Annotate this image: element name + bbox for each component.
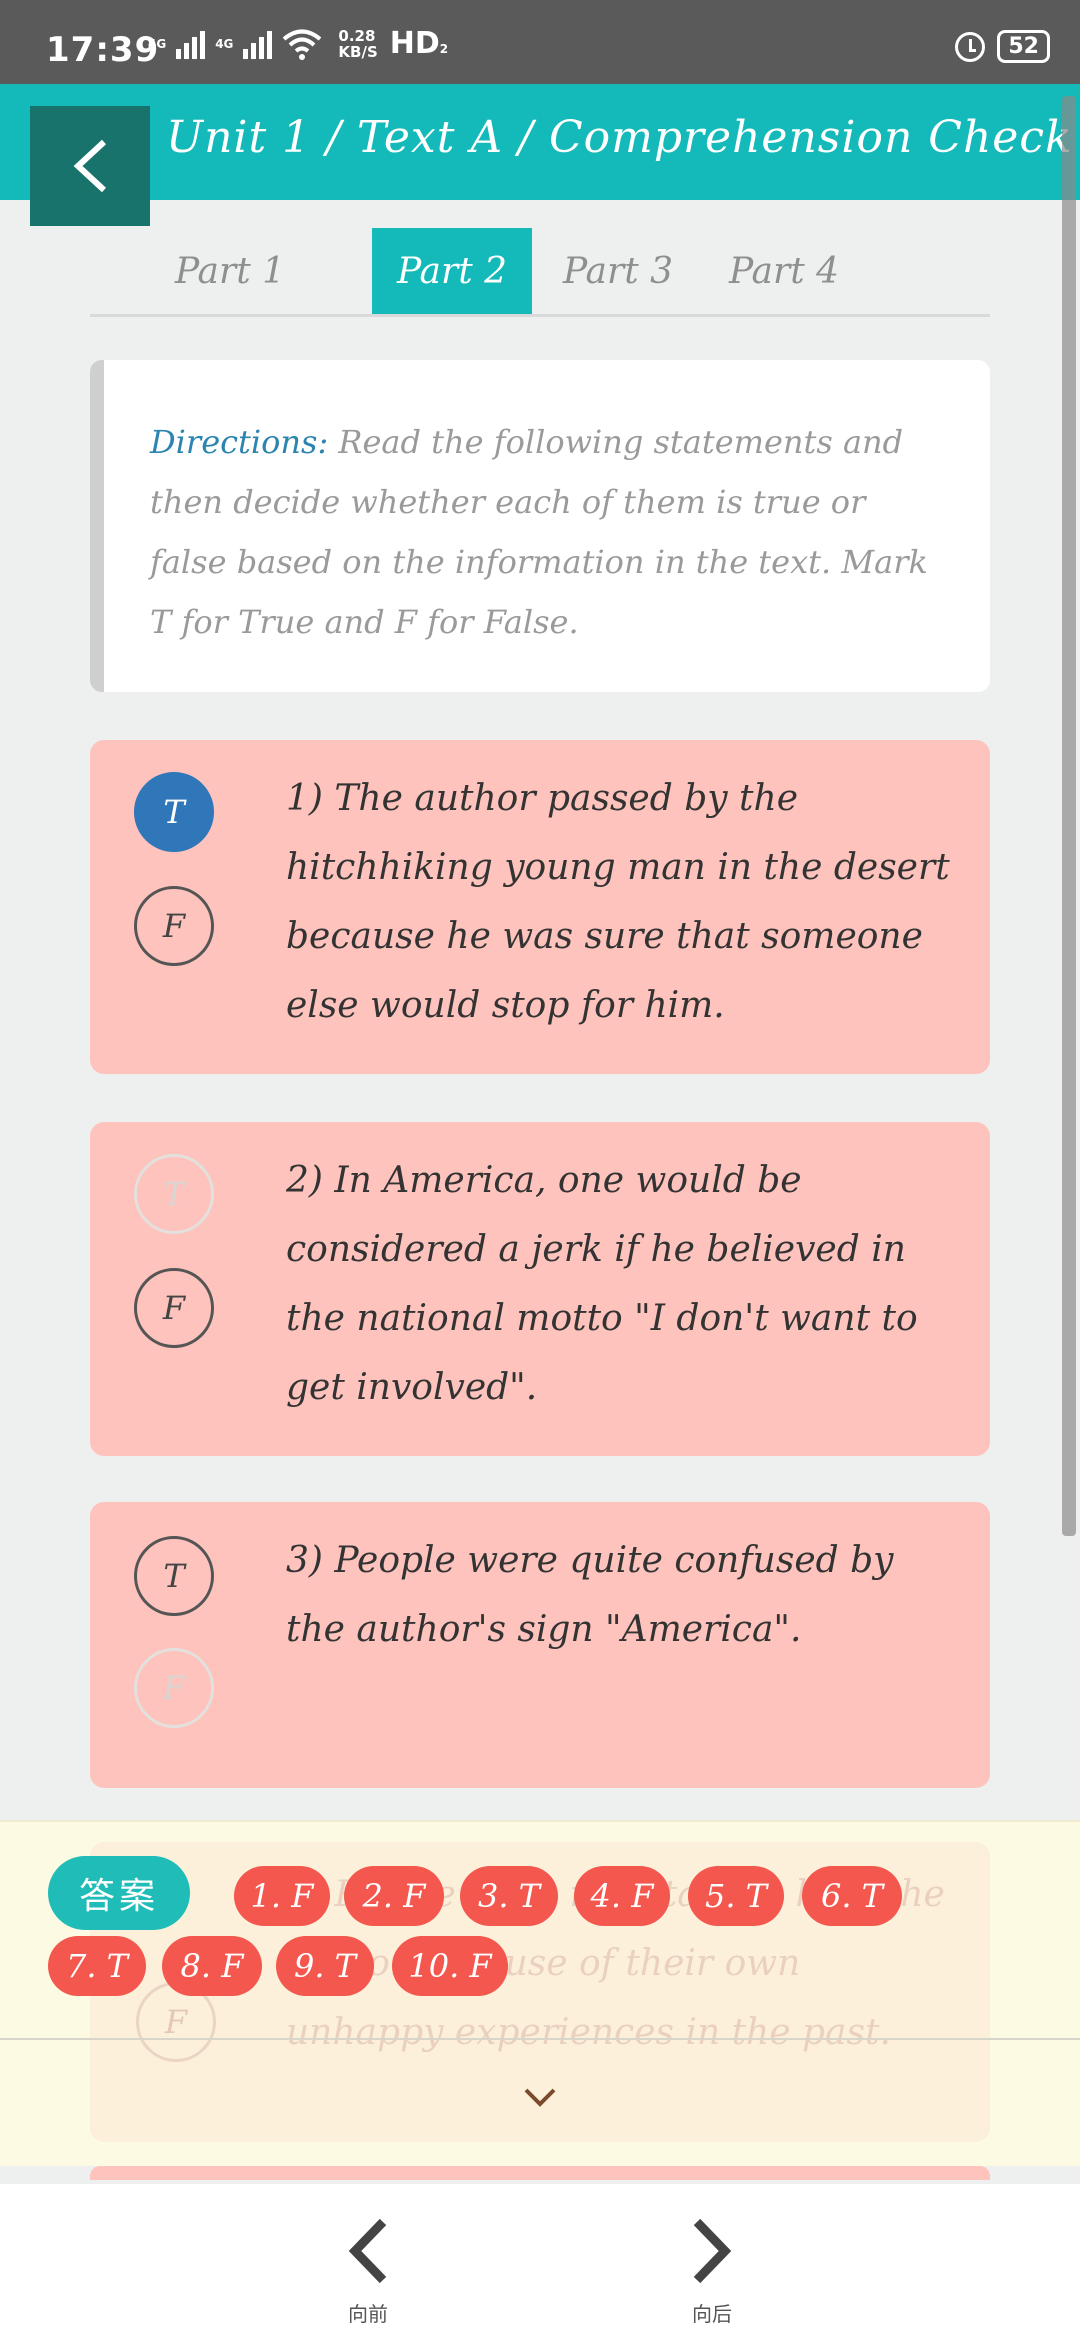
net-speed-value: 0.28 <box>338 26 376 45</box>
answer-chip-2: 2. F <box>344 1866 444 1926</box>
network-label-1: 4G <box>148 36 167 51</box>
option-false-2[interactable]: F <box>134 1268 214 1348</box>
answer-chip-5: 5. T <box>688 1866 784 1926</box>
prev-label: 向前 <box>348 2302 388 2326</box>
question-number: 2) <box>286 1160 323 1201</box>
part-tabs: Part 1 Part 2 Part 3 Part 4 <box>90 228 990 317</box>
hd-sub: 2 <box>439 42 449 56</box>
answer-chip-1: 1. F <box>234 1866 330 1926</box>
answer-chip-4: 4. F <box>574 1866 670 1926</box>
option-true-2[interactable]: T <box>134 1154 214 1234</box>
question-statement: In America, one would be considered a je… <box>286 1160 918 1408</box>
bottom-nav <box>0 2184 1080 2340</box>
tab-part-3[interactable]: Part 3 <box>538 228 698 314</box>
option-true-1[interactable]: T <box>134 772 214 852</box>
status-time: 17:39 <box>46 30 160 70</box>
chevron-down-icon[interactable] <box>522 2086 558 2110</box>
tab-part-2[interactable]: Part 2 <box>372 228 532 314</box>
page-title: Unit 1 / Text A / Comprehension Check <box>166 112 1073 163</box>
wifi-icon <box>283 29 322 60</box>
alarm-icon <box>955 31 986 62</box>
next-label: 向后 <box>692 2302 732 2326</box>
question-card-2: T F 2) In America, one would be consider… <box>90 1122 990 1456</box>
directions-box: Directions: Read the following statement… <box>90 360 990 692</box>
status-left-icons: 4G 4G 0.28 KB/S HD2 <box>148 26 448 61</box>
question-statement: People were quite confused by the author… <box>286 1540 894 1650</box>
option-false-1[interactable]: F <box>134 886 214 966</box>
back-arrow-icon <box>73 139 107 193</box>
answer-label: 答案 <box>48 1856 190 1930</box>
question-number: 3) <box>286 1540 323 1581</box>
question-statement: The author passed by the hitchhiking you… <box>286 778 950 1026</box>
scrollbar[interactable] <box>1062 96 1076 1536</box>
answer-chip-10: 10. F <box>392 1936 508 1996</box>
question-number: 1) <box>286 778 323 819</box>
net-speed: 0.28 KB/S <box>338 28 377 60</box>
status-bar: 17:39 4G 4G 0.28 KB/S HD2 52 <box>0 0 1080 84</box>
signal-icon <box>176 29 206 59</box>
signal-icon <box>243 29 273 59</box>
answer-chip-3: 3. T <box>460 1866 558 1926</box>
question-text-2: 2) In America, one would be considered a… <box>286 1146 956 1422</box>
option-true-3[interactable]: T <box>134 1536 214 1616</box>
next-button[interactable]: 向后 <box>662 2216 762 2340</box>
chevron-left-icon <box>348 2218 387 2284</box>
hd-text: HD <box>389 26 440 61</box>
answer-chip-7: 7. T <box>48 1936 146 1996</box>
hd-indicator: HD2 <box>390 26 448 61</box>
status-right-icons: 52 <box>955 30 1050 63</box>
tab-part-4[interactable]: Part 4 <box>704 228 864 314</box>
option-false-3[interactable]: F <box>134 1648 214 1728</box>
next-card-peek <box>90 2166 990 2180</box>
chevron-right-icon <box>693 2218 732 2284</box>
answer-divider <box>0 2038 1080 2040</box>
net-speed-unit: KB/S <box>338 42 378 61</box>
answer-chip-9: 9. T <box>276 1936 374 1996</box>
question-card-3: T F 3) People were quite confused by the… <box>90 1502 990 1788</box>
answer-chip-6: 6. T <box>802 1866 902 1926</box>
directions-label: Directions: <box>150 423 329 461</box>
back-button[interactable] <box>30 106 150 226</box>
question-text-1: 1) The author passed by the hitchhiking … <box>286 764 956 1040</box>
answer-chip-8: 8. F <box>162 1936 262 1996</box>
question-text-3: 3) People were quite confused by the aut… <box>286 1526 956 1664</box>
prev-button[interactable]: 向前 <box>318 2216 418 2340</box>
tab-part-1[interactable]: Part 1 <box>150 228 310 314</box>
network-label-2: 4G <box>215 36 234 51</box>
question-card-1: T F 1) The author passed by the hitchhik… <box>90 740 990 1074</box>
battery-icon: 52 <box>997 30 1050 63</box>
